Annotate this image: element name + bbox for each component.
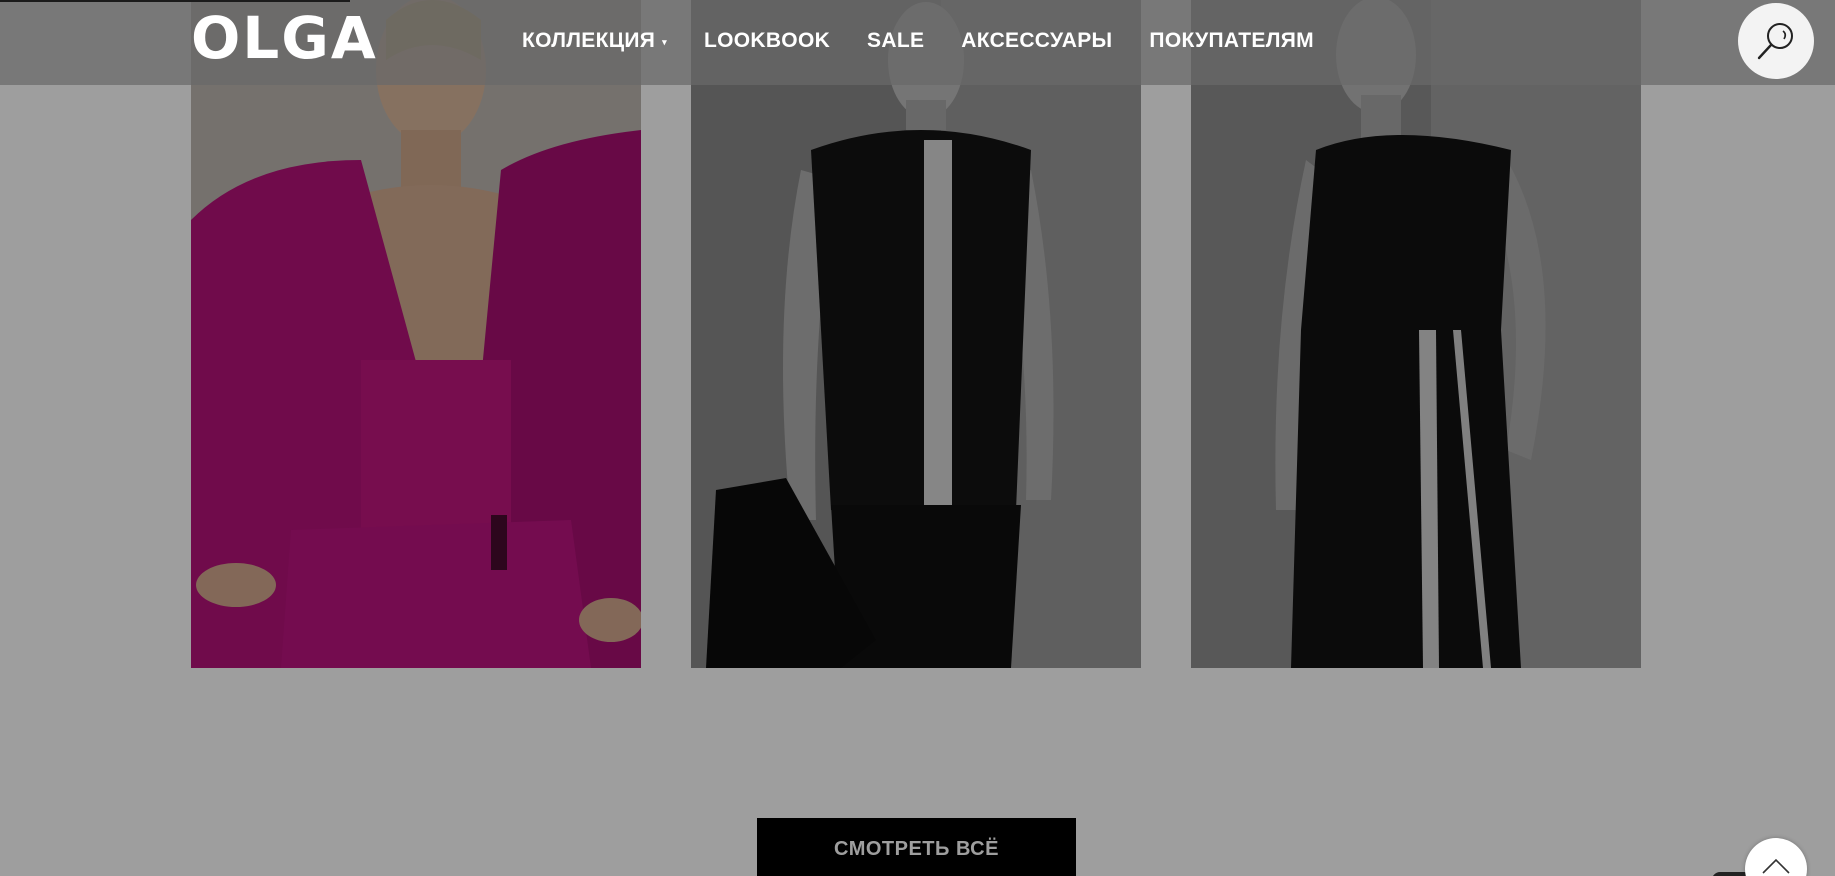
- chevron-up-icon: [1762, 858, 1790, 874]
- chevron-down-icon: ▾: [662, 37, 667, 47]
- nav-item-sale[interactable]: SALE: [867, 29, 924, 53]
- site-header: OLGA КОЛЛЕКЦИЯ ▾ LOOKBOOK SALE АКСЕССУАР…: [0, 0, 1835, 85]
- product-photo-black-dress[interactable]: [1191, 0, 1641, 668]
- view-all-button[interactable]: СМОТРЕТЬ ВСЁ: [757, 818, 1076, 876]
- header-top-line: [0, 0, 350, 2]
- main-nav: КОЛЛЕКЦИЯ ▾ LOOKBOOK SALE АКСЕССУАРЫ ПОК…: [522, 25, 1314, 57]
- nav-item-collection[interactable]: КОЛЛЕКЦИЯ ▾: [522, 29, 667, 53]
- scroll-to-top-button[interactable]: [1745, 838, 1807, 876]
- page: OLGA КОЛЛЕКЦИЯ ▾ LOOKBOOK SALE АКСЕССУАР…: [0, 0, 1835, 876]
- nav-item-accessories[interactable]: АКСЕССУАРЫ: [961, 29, 1112, 53]
- search-button[interactable]: [1738, 3, 1814, 79]
- nav-item-label: LOOKBOOK: [703, 29, 831, 52]
- product-photo-pink-suit[interactable]: [191, 0, 641, 668]
- product-card[interactable]: [1191, 0, 1641, 668]
- nav-item-lookbook[interactable]: LOOKBOOK: [704, 29, 830, 53]
- product-card[interactable]: [691, 0, 1141, 668]
- nav-item-label: КОЛЛЕКЦИЯ: [522, 29, 656, 52]
- product-card[interactable]: [191, 0, 641, 668]
- product-grid: [191, 0, 1641, 668]
- search-icon: [1757, 23, 1793, 60]
- logo[interactable]: OLGA: [191, 6, 376, 70]
- nav-item-customers[interactable]: ПОКУПАТЕЛЯМ: [1149, 29, 1314, 53]
- nav-item-label: АКСЕССУАРЫ: [961, 29, 1113, 52]
- nav-item-label: ПОКУПАТЕЛЯМ: [1149, 29, 1314, 52]
- nav-item-label: SALE: [867, 29, 925, 52]
- product-photo-black-top[interactable]: [691, 0, 1141, 668]
